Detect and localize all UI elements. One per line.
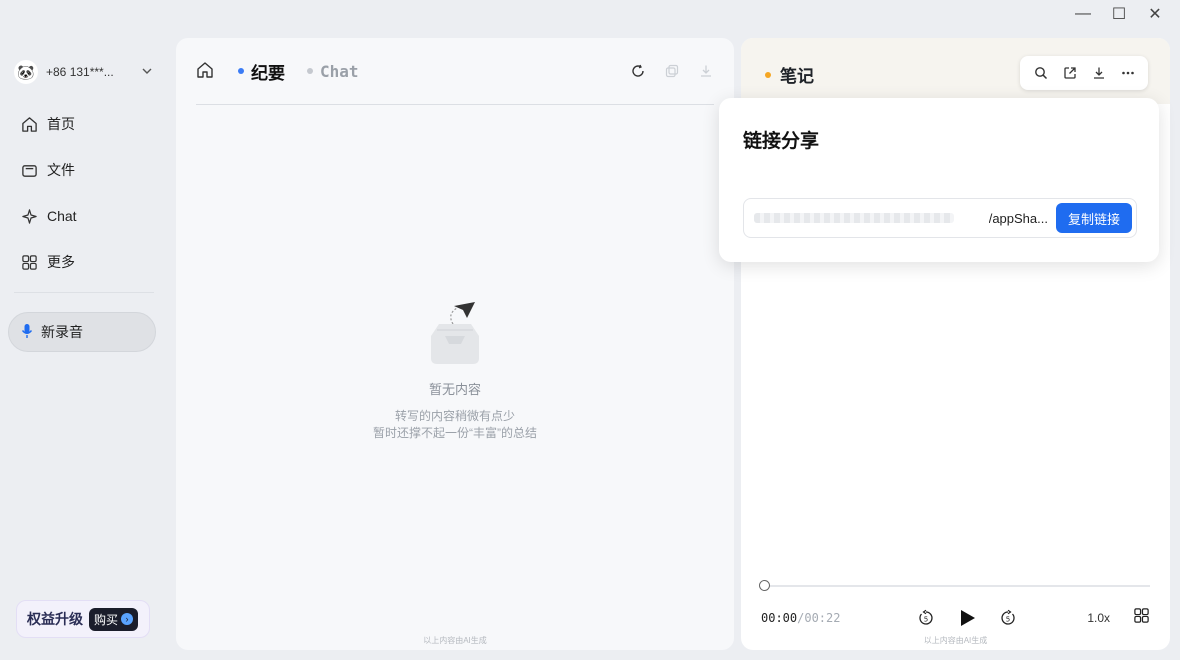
share-title: 链接分享 (743, 131, 820, 152)
sidebar-item-home[interactable]: 首页 (14, 108, 154, 140)
share-link-icon[interactable] (1062, 65, 1078, 81)
play-icon[interactable] (957, 608, 977, 628)
tab-label: Chat (320, 61, 359, 81)
sidebar-nav: 首页 文件 Chat 更多 (14, 108, 154, 292)
apps-icon[interactable] (1133, 607, 1150, 629)
svg-text:5: 5 (924, 616, 928, 624)
playback-progress[interactable] (759, 580, 1150, 591)
sidebar-divider (14, 292, 154, 293)
rewind-5-icon[interactable]: 5 (917, 609, 935, 627)
sidebar-item-more[interactable]: 更多 (14, 246, 154, 278)
sidebar-item-label: 首页 (47, 116, 75, 132)
upgrade-label: 权益升级 (27, 611, 83, 627)
sidebar-item-chat[interactable]: Chat (14, 200, 154, 232)
forward-5-icon[interactable]: 5 (999, 609, 1017, 627)
progress-knob[interactable] (759, 580, 770, 591)
copy-link-button[interactable]: 复制链接 (1055, 203, 1132, 233)
download-icon[interactable] (1091, 65, 1107, 81)
new-recording-button[interactable]: 新录音 (8, 312, 156, 352)
arrow-right-icon: › (121, 613, 134, 625)
more-icon[interactable] (1120, 65, 1136, 81)
minimize-button[interactable]: — (1072, 4, 1094, 24)
summary-header: 纪要 Chat (196, 56, 714, 86)
share-popover: 链接分享 /appSha... 复制链接 (719, 98, 1159, 262)
tab-dot (307, 68, 313, 74)
upgrade-banner[interactable]: 权益升级 购买 › (16, 600, 150, 638)
summary-tools (630, 63, 714, 79)
chevron-down-icon (142, 66, 152, 79)
summary-panel: 纪要 Chat 暂无内容 转写的内容稍微有点少 暂时还撑不起一份“丰富”的总结 … (176, 38, 734, 650)
notes-title-label: 笔记 (780, 67, 814, 86)
download-icon[interactable] (698, 63, 714, 79)
tab-label: 纪要 (251, 63, 285, 83)
notes-toolbar (1020, 56, 1148, 90)
avatar: 🐼 (14, 60, 38, 84)
current-time: 00:00 (761, 611, 798, 625)
account-phone: +86 131***... (46, 65, 114, 79)
refresh-icon[interactable] (630, 63, 646, 79)
microphone-icon (21, 323, 33, 342)
close-button[interactable]: ✕ (1144, 4, 1166, 24)
window-controls: — ☐ ✕ (1072, 4, 1166, 24)
buy-button[interactable]: 购买 › (89, 607, 139, 631)
sidebar: 🐼 +86 131***... 首页 文件 Chat 更多 新录音 权益升级 购… (0, 0, 166, 660)
maximize-button[interactable]: ☐ (1108, 4, 1130, 24)
tab-chat[interactable]: Chat (307, 62, 359, 81)
header-divider (196, 104, 714, 105)
empty-state: 暂无内容 转写的内容稍微有点少 暂时还撑不起一份“丰富”的总结 (176, 300, 734, 442)
total-time: /00:22 (797, 611, 841, 625)
audio-player: 00:00/00:22 5 5 1.0x (761, 606, 1150, 630)
ai-disclaimer: 以上内容由AI生成 (423, 636, 487, 645)
tab-dot (238, 68, 244, 74)
folder-icon (20, 161, 38, 179)
empty-title: 暂无内容 (428, 382, 481, 397)
notes-title: 笔记 (765, 62, 814, 87)
apps-icon (20, 253, 38, 271)
empty-inbox-icon (427, 302, 483, 372)
search-icon[interactable] (1033, 65, 1049, 81)
empty-description: 转写的内容稍微有点少 暂时还撑不起一份“丰富”的总结 (176, 408, 734, 442)
empty-line-2: 暂时还撑不起一份“丰富”的总结 (373, 426, 537, 440)
playback-controls: 5 5 (917, 608, 1017, 628)
new-recording-label: 新录音 (41, 324, 83, 340)
sidebar-item-label: Chat (47, 208, 77, 224)
redacted-url (754, 213, 954, 223)
sparkle-icon (20, 207, 38, 225)
share-link-field[interactable]: /appSha... 复制链接 (743, 198, 1137, 238)
playback-time: 00:00/00:22 (761, 611, 840, 625)
home-icon (20, 115, 38, 133)
sidebar-item-label: 文件 (47, 162, 75, 178)
copy-icon[interactable] (664, 63, 680, 79)
svg-text:5: 5 (1006, 616, 1010, 624)
home-icon[interactable] (196, 61, 216, 81)
share-url: /appSha... (988, 210, 1048, 226)
empty-line-1: 转写的内容稍微有点少 (394, 409, 515, 423)
sidebar-item-label: 更多 (47, 254, 75, 270)
tab-summary[interactable]: 纪要 (238, 59, 285, 84)
notes-dot (765, 71, 771, 78)
ai-disclaimer: 以上内容由AI生成 (923, 636, 988, 645)
account-switcher[interactable]: 🐼 +86 131***... (14, 60, 152, 84)
playback-speed[interactable]: 1.0x (1087, 611, 1110, 625)
sidebar-item-files[interactable]: 文件 (14, 154, 154, 186)
buy-label: 购买 (94, 612, 119, 627)
